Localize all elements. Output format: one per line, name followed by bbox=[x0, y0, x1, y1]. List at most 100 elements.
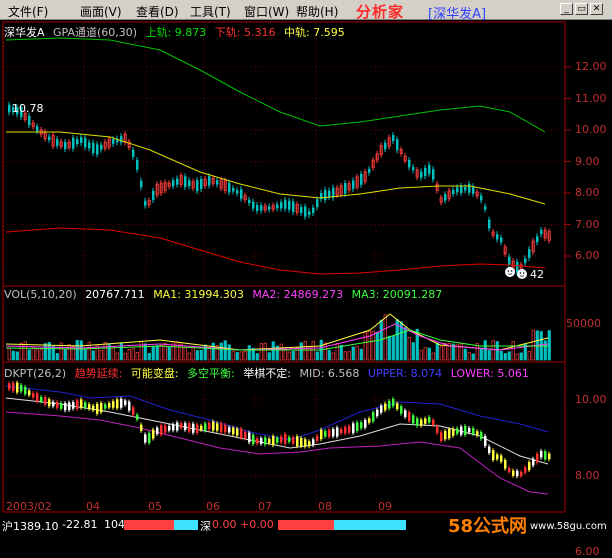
main-panel-header: 深华发A GPA通道(60,30) 上轨: 9.873 下轨: 5.316 中轨… bbox=[4, 24, 350, 40]
volume-bar bbox=[239, 351, 243, 361]
volume-bar bbox=[75, 340, 79, 361]
candle-body-down bbox=[184, 176, 187, 187]
dkpt-candle-body bbox=[516, 470, 519, 477]
price-axis-label: 6.00 bbox=[575, 249, 600, 262]
dkpt-change: 可能变盘: bbox=[130, 367, 179, 380]
candle-body-down bbox=[300, 207, 303, 213]
candle-body-down bbox=[304, 206, 307, 217]
candle-body-down bbox=[72, 137, 75, 149]
volume-bar bbox=[483, 340, 487, 361]
dkpt-candle-body bbox=[232, 427, 235, 435]
sh-change: -22.81 bbox=[62, 518, 98, 531]
upper-rail-line bbox=[5, 37, 546, 133]
candle-body-down bbox=[240, 189, 243, 199]
candle-body-down bbox=[200, 179, 203, 189]
dkpt-candle-body bbox=[196, 424, 199, 433]
dkpt-candle-body bbox=[168, 425, 171, 431]
volume-bar bbox=[519, 352, 523, 361]
volume-bar bbox=[471, 353, 475, 361]
candle-body-down bbox=[140, 180, 143, 188]
volume-bar bbox=[131, 348, 135, 361]
smiley-icon bbox=[505, 267, 515, 277]
price-axis-label: 12.00 bbox=[575, 60, 607, 73]
volume-bar bbox=[183, 347, 187, 361]
dkpt-candle-body bbox=[504, 460, 507, 469]
dkpt-candle-body bbox=[276, 437, 279, 443]
candle-body-down bbox=[484, 206, 487, 210]
dkpt-candle-body bbox=[444, 430, 447, 440]
candle-body-down bbox=[308, 211, 311, 215]
dkpt-candle-body bbox=[416, 418, 419, 426]
dkpt-candle-body bbox=[440, 432, 443, 441]
dkpt-candle-body bbox=[536, 453, 539, 463]
volume-bar bbox=[255, 353, 259, 361]
volume-bar bbox=[103, 342, 107, 361]
mid-rail-line bbox=[6, 131, 546, 205]
volume-bar bbox=[127, 349, 131, 361]
volume-bar bbox=[431, 352, 435, 361]
volume-bar bbox=[375, 331, 379, 361]
price-axis-label: 11.00 bbox=[575, 91, 607, 105]
sz-label: 深 bbox=[200, 520, 211, 533]
volume-bar bbox=[15, 351, 19, 361]
dkpt-candle-body bbox=[284, 434, 287, 444]
price-axis-label: 7.00 bbox=[575, 217, 600, 231]
volume-bar bbox=[339, 345, 343, 361]
dkpt-candle-body bbox=[524, 467, 527, 473]
sh-volume: 104 bbox=[104, 518, 125, 531]
volume-bar bbox=[243, 351, 247, 361]
dkpt-candle-body bbox=[456, 428, 459, 434]
volume-bar bbox=[55, 353, 59, 361]
volume-bar bbox=[299, 342, 303, 361]
dkpt-candle-body bbox=[212, 421, 215, 431]
vol-panel-header: VOL(5,10,20) 20767.711 MA1: 31994.303 MA… bbox=[4, 288, 447, 301]
candle-body-down bbox=[152, 190, 155, 200]
dkpt-candle-body bbox=[64, 403, 67, 411]
candle-body-down bbox=[48, 136, 51, 141]
volume-bar bbox=[267, 352, 271, 361]
dkpt-candle-body bbox=[68, 402, 71, 410]
dkpt-candle-body bbox=[532, 458, 535, 466]
dkpt-candle-body bbox=[184, 423, 187, 430]
candle-body-down bbox=[496, 234, 499, 240]
dkpt-candle-body bbox=[248, 432, 251, 443]
dkpt-candle-body bbox=[488, 446, 491, 454]
dkpt-candle-body bbox=[20, 384, 23, 392]
candle-body-down bbox=[324, 189, 327, 201]
dkpt-candle-body bbox=[164, 425, 167, 433]
dkpt-candle-body bbox=[24, 386, 27, 395]
indicator-label: GPA通道(60,30) bbox=[53, 26, 138, 39]
dkpt-upper: UPPER: 8.074 bbox=[367, 367, 443, 380]
candle-body-down bbox=[96, 144, 99, 155]
candle-body-down bbox=[276, 204, 279, 209]
volume-bar bbox=[187, 352, 191, 361]
dkpt-candle-body bbox=[272, 436, 275, 446]
vol-axis-label: 50000 bbox=[566, 317, 601, 330]
candle-body-down bbox=[288, 200, 291, 210]
dkpt-lower: LOWER: 5.061 bbox=[450, 367, 529, 380]
dkpt-candle-body bbox=[192, 423, 195, 433]
dkpt-candle-body bbox=[84, 402, 87, 408]
dkpt-candle-body bbox=[156, 427, 159, 435]
volume-bar bbox=[247, 345, 251, 361]
volume-bar bbox=[63, 349, 67, 361]
dkpt-candle-body bbox=[188, 423, 191, 432]
volume-bar bbox=[355, 345, 359, 361]
volume-bar bbox=[359, 348, 363, 361]
candle-body-down bbox=[384, 142, 387, 150]
dkpt-candle-body bbox=[340, 429, 343, 434]
volume-bar bbox=[211, 342, 215, 361]
candle-body-down bbox=[208, 176, 211, 186]
candle-body-down bbox=[528, 249, 531, 258]
dkpt-candle-body bbox=[292, 437, 295, 444]
candle-body-down bbox=[432, 169, 435, 180]
volume-bar bbox=[175, 341, 179, 361]
dkpt-candle-body bbox=[348, 426, 351, 433]
dkpt-upper-line bbox=[5, 385, 549, 441]
candle-body-down bbox=[176, 178, 179, 185]
price-axis-label: 10.00 bbox=[575, 123, 607, 136]
dkpt-candle-body bbox=[60, 402, 63, 409]
volume-bar bbox=[195, 350, 199, 361]
volume-bar bbox=[123, 352, 127, 361]
dkpt-candle-body bbox=[204, 423, 207, 431]
